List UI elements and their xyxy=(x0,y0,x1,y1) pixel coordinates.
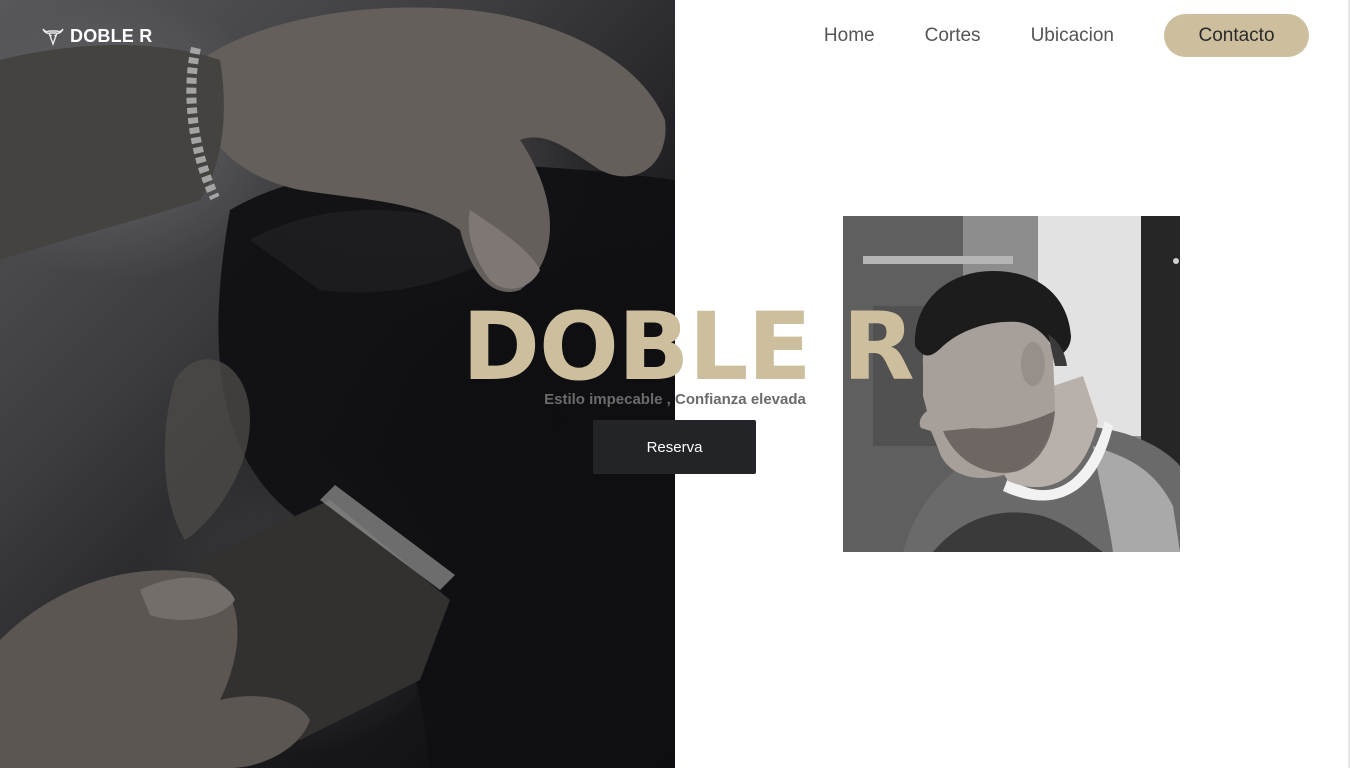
hero-title: DOBLE R xyxy=(462,293,915,402)
nav-link-ubicacion[interactable]: Ubicacion xyxy=(1031,25,1114,47)
brand-logo[interactable]: DOBLE R xyxy=(42,24,152,48)
reserve-button[interactable]: Reserva xyxy=(593,420,756,474)
nav-link-home[interactable]: Home xyxy=(824,25,875,47)
contact-button[interactable]: Contacto xyxy=(1164,14,1309,57)
bull-skull-icon xyxy=(42,28,64,46)
brand-name: DOBLE R xyxy=(70,25,153,46)
hero-subtitle: Estilo impecable , Confianza elevada xyxy=(544,391,806,408)
nav-link-cortes[interactable]: Cortes xyxy=(925,25,981,47)
main-navigation: Home Cortes Ubicacion Contacto xyxy=(824,14,1309,57)
